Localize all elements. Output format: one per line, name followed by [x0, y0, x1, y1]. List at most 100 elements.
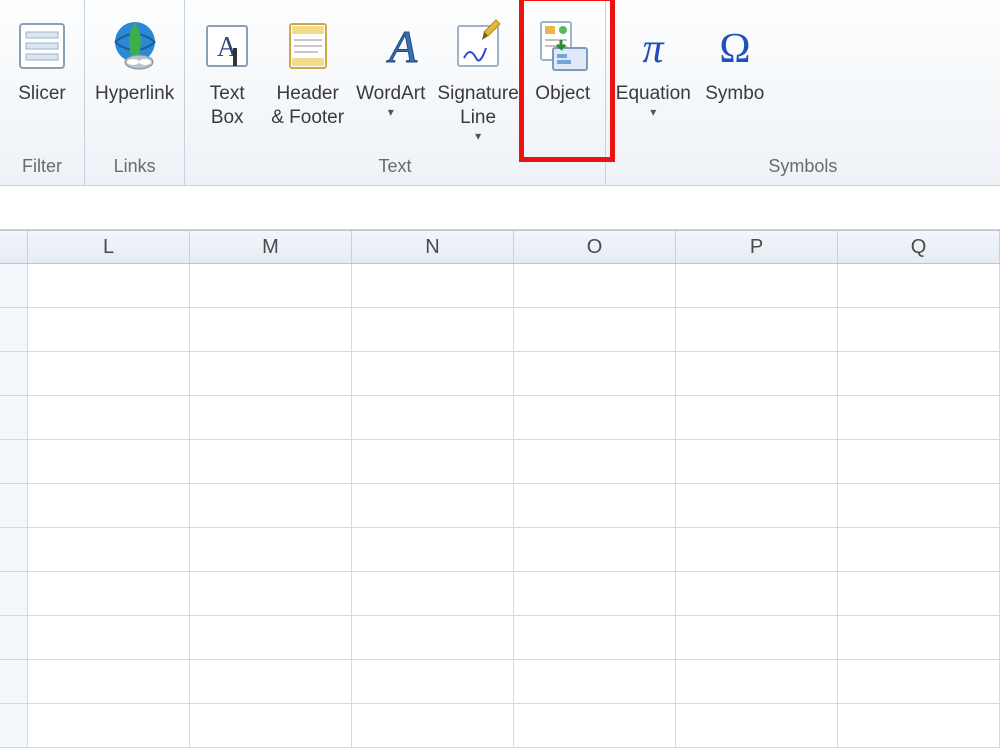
- cell[interactable]: [352, 528, 514, 572]
- cell[interactable]: [514, 528, 676, 572]
- cell[interactable]: [190, 528, 352, 572]
- cell[interactable]: [190, 572, 352, 616]
- cell[interactable]: [352, 572, 514, 616]
- cell[interactable]: [838, 352, 1000, 396]
- cell[interactable]: [514, 704, 676, 748]
- textbox-button[interactable]: A Text Box: [189, 10, 265, 134]
- cell[interactable]: [676, 440, 838, 484]
- cell[interactable]: [352, 704, 514, 748]
- cell[interactable]: [28, 572, 190, 616]
- cell[interactable]: [28, 660, 190, 704]
- cell[interactable]: [190, 308, 352, 352]
- cell[interactable]: [676, 264, 838, 308]
- cell[interactable]: [28, 352, 190, 396]
- cell[interactable]: [190, 352, 352, 396]
- cell[interactable]: [352, 352, 514, 396]
- cell[interactable]: [676, 572, 838, 616]
- row-header[interactable]: [0, 352, 28, 396]
- row-header[interactable]: [0, 308, 28, 352]
- cell[interactable]: [514, 352, 676, 396]
- cell[interactable]: [190, 396, 352, 440]
- column-header[interactable]: M: [190, 231, 352, 263]
- cell[interactable]: [514, 396, 676, 440]
- cell[interactable]: [352, 616, 514, 660]
- cell[interactable]: [676, 528, 838, 572]
- cell[interactable]: [514, 484, 676, 528]
- row-header[interactable]: [0, 528, 28, 572]
- wordart-button[interactable]: A WordArt▾: [350, 10, 431, 122]
- row-header[interactable]: [0, 704, 28, 748]
- row-header[interactable]: [0, 484, 28, 528]
- cell[interactable]: [838, 484, 1000, 528]
- hyperlink-button[interactable]: Hyperlink: [89, 10, 180, 110]
- column-header[interactable]: O: [514, 231, 676, 263]
- cell[interactable]: [676, 704, 838, 748]
- row-header[interactable]: [0, 572, 28, 616]
- cell[interactable]: [190, 704, 352, 748]
- formula-bar[interactable]: [0, 186, 1000, 230]
- chevron-down-icon[interactable]: ▾: [475, 130, 481, 142]
- select-all-corner[interactable]: [0, 231, 28, 263]
- cell[interactable]: [838, 572, 1000, 616]
- cell[interactable]: [838, 308, 1000, 352]
- chevron-down-icon[interactable]: ▾: [650, 106, 656, 118]
- cell[interactable]: [514, 572, 676, 616]
- table-row: [0, 352, 1000, 396]
- cell[interactable]: [190, 440, 352, 484]
- column-header[interactable]: L: [28, 231, 190, 263]
- cell[interactable]: [190, 616, 352, 660]
- cell[interactable]: [838, 396, 1000, 440]
- cell[interactable]: [838, 704, 1000, 748]
- cell[interactable]: [352, 396, 514, 440]
- cell[interactable]: [28, 484, 190, 528]
- cell[interactable]: [352, 264, 514, 308]
- cell[interactable]: [676, 484, 838, 528]
- cell[interactable]: [676, 660, 838, 704]
- symbol-button[interactable]: Ω Symbo: [697, 10, 773, 110]
- signatureline-button[interactable]: Signature Line▾: [431, 10, 524, 146]
- cell[interactable]: [28, 396, 190, 440]
- cell[interactable]: [838, 660, 1000, 704]
- cell[interactable]: [28, 308, 190, 352]
- cell[interactable]: [28, 616, 190, 660]
- cell[interactable]: [352, 660, 514, 704]
- cell[interactable]: [190, 660, 352, 704]
- row-header[interactable]: [0, 396, 28, 440]
- column-header[interactable]: N: [352, 231, 514, 263]
- cell[interactable]: [838, 616, 1000, 660]
- row-header[interactable]: [0, 264, 28, 308]
- cell[interactable]: [676, 352, 838, 396]
- cell[interactable]: [352, 484, 514, 528]
- cell[interactable]: [28, 264, 190, 308]
- equation-button[interactable]: π Equation▾: [610, 10, 697, 122]
- column-header[interactable]: P: [676, 231, 838, 263]
- cell[interactable]: [28, 704, 190, 748]
- cell[interactable]: [676, 616, 838, 660]
- signatureline-label: Signature Line: [437, 82, 518, 130]
- cell[interactable]: [28, 528, 190, 572]
- cell[interactable]: [676, 396, 838, 440]
- row-header[interactable]: [0, 660, 28, 704]
- cell[interactable]: [676, 308, 838, 352]
- chevron-down-icon[interactable]: ▾: [388, 106, 394, 118]
- cell[interactable]: [352, 440, 514, 484]
- row-header[interactable]: [0, 440, 28, 484]
- slicer-button[interactable]: Slicer: [4, 10, 80, 110]
- cell[interactable]: [28, 440, 190, 484]
- headerfooter-button[interactable]: Header & Footer: [265, 10, 350, 134]
- row-header[interactable]: [0, 616, 28, 660]
- object-button[interactable]: Object: [525, 10, 601, 110]
- cell[interactable]: [514, 660, 676, 704]
- slicer-label: Slicer: [18, 82, 66, 106]
- column-header[interactable]: Q: [838, 231, 1000, 263]
- cell[interactable]: [514, 308, 676, 352]
- cell[interactable]: [190, 264, 352, 308]
- cell[interactable]: [352, 308, 514, 352]
- cell[interactable]: [514, 264, 676, 308]
- cell[interactable]: [514, 440, 676, 484]
- cell[interactable]: [838, 264, 1000, 308]
- cell[interactable]: [514, 616, 676, 660]
- cell[interactable]: [190, 484, 352, 528]
- cell[interactable]: [838, 440, 1000, 484]
- cell[interactable]: [838, 528, 1000, 572]
